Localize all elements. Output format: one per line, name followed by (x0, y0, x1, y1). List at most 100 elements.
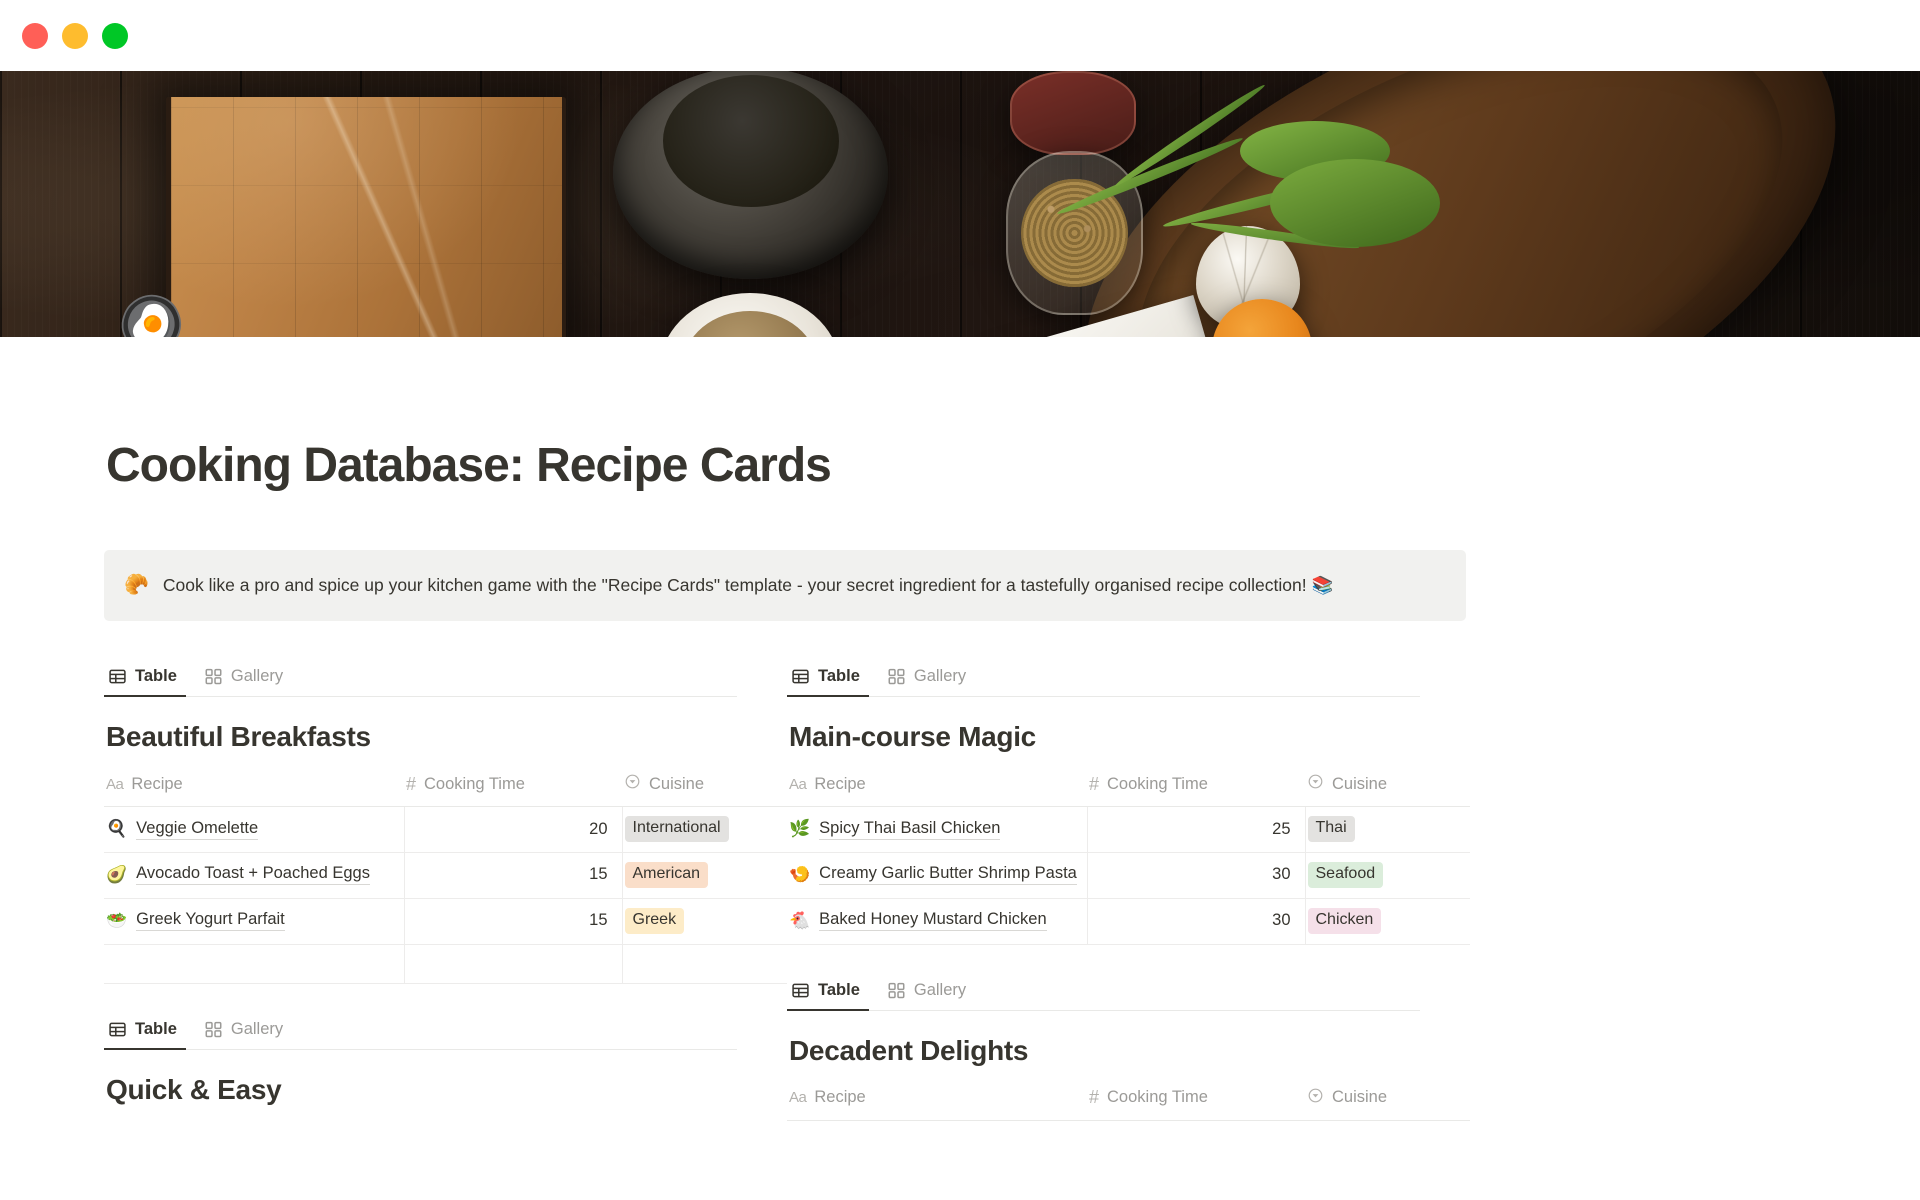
cell-recipe[interactable]: 🥑 Avocado Toast + Poached Eggs (104, 852, 405, 899)
gallery-view-icon (204, 1020, 223, 1039)
page-icon-fried-egg[interactable]: 🍳 (110, 299, 200, 337)
gallery-view-icon (204, 667, 223, 686)
table-row[interactable]: 🍤 Creamy Garlic Butter Shrimp Pasta 30 S… (787, 852, 1470, 899)
database-title[interactable]: Decadent Delights (789, 1035, 1420, 1067)
text-property-icon: Aa (106, 775, 124, 793)
tab-table-label: Table (135, 1019, 177, 1038)
column-header-recipe[interactable]: Aa Recipe (787, 769, 1087, 808)
cell-cooking-time[interactable]: 30 (1087, 852, 1306, 899)
column-header-recipe[interactable]: Aa Recipe (787, 1082, 1087, 1121)
tab-table-main-course-magic[interactable]: Table (787, 661, 869, 698)
tab-gallery-beautiful-breakfasts[interactable]: Gallery (200, 661, 292, 697)
table-row[interactable]: 🍳 Veggie Omelette 20 International (104, 806, 787, 854)
tab-table-decadent-delights[interactable]: Table (787, 975, 869, 1011)
table-row[interactable]: 🥗 Greek Yogurt Parfait 15 Greek (104, 898, 787, 945)
column-header-cuisine[interactable]: Cuisine (1305, 769, 1470, 808)
tab-gallery-main-course-magic[interactable]: Gallery (883, 661, 975, 697)
gallery-view-icon (887, 667, 906, 686)
tab-gallery-label: Gallery (913, 667, 967, 686)
window-minimize-button[interactable] (62, 22, 88, 49)
database-title[interactable]: Main-course Magic (789, 721, 1420, 753)
column-header-cuisine-label: Cuisine (1332, 1088, 1388, 1107)
cell-recipe[interactable]: 🍳 Veggie Omelette (104, 806, 405, 854)
croissant-icon: 🥐 (124, 574, 149, 596)
column-header-recipe-label: Recipe (814, 1088, 866, 1107)
cuisine-tag: Seafood (1307, 862, 1384, 888)
view-tabs-quick-and-easy: Table Gallery (104, 1014, 737, 1050)
cell-cuisine[interactable]: Seafood (1305, 852, 1470, 899)
tab-table-label: Table (818, 980, 860, 999)
page-cover-image[interactable]: 🍳 (0, 71, 1920, 337)
cuisine-tag: Chicken (1307, 907, 1382, 934)
page-body: Cooking Database: Recipe Cards 🥐 Cook li… (0, 438, 1920, 1149)
recipe-name: Veggie Omelette (136, 819, 259, 840)
column-header-cuisine-label: Cuisine (649, 774, 705, 793)
cell-cooking-time[interactable]: 20 (404, 806, 623, 854)
cell-cuisine[interactable] (622, 944, 787, 984)
cell-recipe[interactable]: 🥗 Greek Yogurt Parfait (104, 898, 405, 945)
cell-recipe[interactable]: 🌿 Spicy Thai Basil Chicken (787, 806, 1088, 854)
window-maximize-button[interactable] (102, 22, 128, 49)
gallery-view-icon (887, 981, 906, 1000)
rosemary-sprigs (1040, 81, 1440, 311)
tab-gallery-label: Gallery (913, 980, 967, 999)
tab-table-label: Table (818, 667, 860, 686)
callout-block[interactable]: 🥐 Cook like a pro and spice up your kitc… (104, 550, 1466, 622)
left-column: Table Gallery Beautiful Breakfasts Aa Re… (104, 661, 787, 1148)
cover-photo (0, 71, 1920, 337)
recipe-name: Greek Yogurt Parfait (136, 910, 285, 932)
cell-cooking-time[interactable]: 15 (404, 898, 623, 945)
column-header-recipe[interactable]: Aa Recipe (104, 769, 404, 808)
tab-table-quick-and-easy[interactable]: Table (104, 1014, 186, 1050)
cell-recipe[interactable]: 🐔 Baked Honey Mustard Chicken (787, 898, 1088, 945)
cell-cuisine[interactable]: Chicken (1305, 898, 1470, 945)
right-column: Table Gallery Main-course Magic Aa Recip… (787, 661, 1470, 1148)
column-header-cuisine[interactable]: Cuisine (1305, 1082, 1470, 1121)
window-close-button[interactable] (22, 22, 48, 49)
database-decadent-delights: Table Gallery Decadent Delights Aa Recip… (787, 975, 1470, 1121)
cell-cuisine[interactable]: American (622, 852, 787, 899)
cuisine-tag: Greek (624, 907, 685, 934)
column-header-cooking-time[interactable]: # Cooking Time (404, 769, 622, 808)
cell-recipe[interactable] (104, 944, 405, 984)
tab-gallery-quick-and-easy[interactable]: Gallery (200, 1014, 292, 1050)
page-title: Cooking Database: Recipe Cards (106, 439, 832, 492)
database-title[interactable]: Beautiful Breakfasts (106, 721, 737, 753)
cutting-board (166, 97, 566, 337)
cell-cooking-time[interactable] (404, 944, 623, 984)
recipe-emoji-icon: 🥑 (106, 864, 128, 884)
text-property-icon: Aa (789, 1089, 807, 1107)
cell-cooking-time[interactable]: 15 (404, 852, 623, 899)
cell-cooking-time[interactable]: 25 (1087, 806, 1306, 854)
column-header-cooking-time-label: Cooking Time (1107, 1088, 1208, 1107)
text-property-icon: Aa (789, 775, 807, 793)
table-row-empty[interactable] (104, 944, 787, 984)
cell-cuisine[interactable]: Thai (1305, 806, 1470, 854)
table-header-row: Aa Recipe # Cooking Time Cuisine (104, 769, 787, 808)
table-header-row: Aa Recipe # Cooking Time Cuisine (787, 769, 1470, 808)
database-quick-and-easy: Table Gallery Quick & Easy (104, 1014, 737, 1106)
number-property-icon: # (1089, 773, 1100, 794)
mortar-and-pestle (613, 71, 888, 279)
recipe-emoji-icon: 🍤 (789, 864, 811, 884)
tab-gallery-label: Gallery (230, 1019, 284, 1038)
cell-cuisine[interactable]: International (622, 806, 787, 854)
table-row[interactable]: 🐔 Baked Honey Mustard Chicken 30 Chicken (787, 898, 1470, 945)
tab-table-beautiful-breakfasts[interactable]: Table (104, 661, 186, 698)
column-header-cooking-time[interactable]: # Cooking Time (1087, 1082, 1305, 1121)
tab-gallery-decadent-delights[interactable]: Gallery (883, 975, 975, 1011)
cell-cooking-time[interactable]: 30 (1087, 898, 1306, 945)
tab-gallery-label: Gallery (230, 667, 284, 686)
table-row[interactable]: 🌿 Spicy Thai Basil Chicken 25 Thai (787, 806, 1470, 854)
column-header-cooking-time[interactable]: # Cooking Time (1087, 769, 1305, 808)
column-header-cuisine[interactable]: Cuisine (622, 769, 787, 808)
select-property-icon (624, 773, 641, 795)
database-grid: Table Gallery Beautiful Breakfasts Aa Re… (104, 661, 1470, 1148)
column-header-cuisine-label: Cuisine (1332, 774, 1388, 793)
cell-recipe[interactable]: 🍤 Creamy Garlic Butter Shrimp Pasta (787, 852, 1088, 899)
cell-cuisine[interactable]: Greek (622, 898, 787, 945)
window-titlebar (0, 0, 1920, 71)
table-row[interactable]: 🥑 Avocado Toast + Poached Eggs 15 Americ… (104, 852, 787, 899)
database-title[interactable]: Quick & Easy (106, 1074, 737, 1106)
column-header-cooking-time-label: Cooking Time (1107, 774, 1208, 793)
